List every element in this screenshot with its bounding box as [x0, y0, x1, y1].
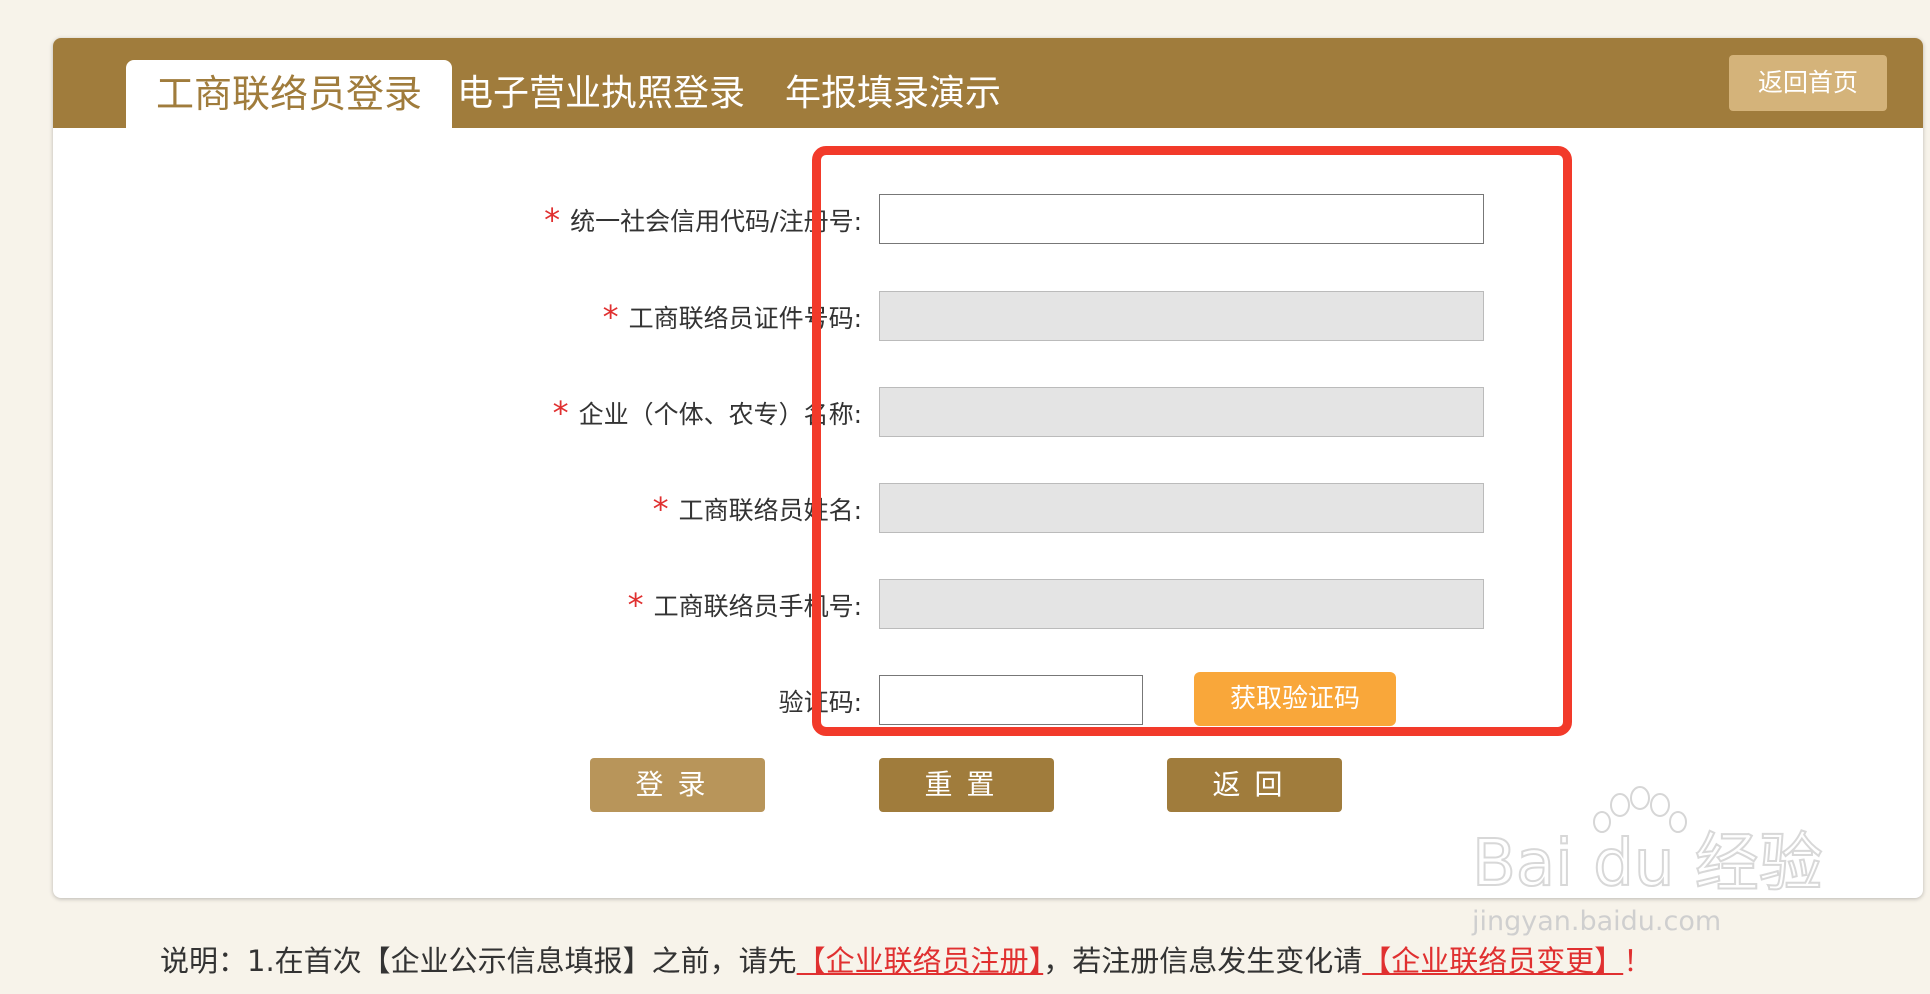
tab-contact-login[interactable]: 工商联络员登录 — [126, 60, 453, 128]
login-panel: 工商联络员登录 电子营业执照登录 年报填录演示 返回首页 * 统一社会信用代码/… — [53, 38, 1923, 898]
contact-phone-label: * 工商联络员手机号: — [627, 586, 862, 624]
form-row-contact-id: * 工商联络员证件号码: — [53, 291, 1923, 341]
tab-annual-report-demo[interactable]: 年报填录演示 — [785, 60, 1001, 128]
form-row-contact-phone: * 工商联络员手机号: — [53, 579, 1923, 629]
back-button[interactable]: 返回 — [1167, 758, 1342, 812]
captcha-input[interactable] — [879, 675, 1143, 725]
contact-id-input[interactable] — [879, 291, 1484, 341]
contact-name-label: * 工商联络员姓名: — [652, 490, 862, 528]
captcha-label: 验证码: — [778, 688, 862, 717]
form-row-captcha: 验证码: 获取验证码 — [53, 672, 1923, 726]
reset-button[interactable]: 重置 — [879, 758, 1054, 812]
credit-code-input[interactable] — [879, 194, 1484, 244]
required-mark: * — [652, 490, 669, 528]
required-mark: * — [544, 201, 561, 239]
required-mark: * — [552, 394, 569, 432]
credit-code-label: * 统一社会信用代码/注册号: — [544, 201, 862, 239]
login-button[interactable]: 登录 — [590, 758, 765, 812]
company-name-label: * 企业（个体、农专）名称: — [552, 394, 862, 432]
company-name-input[interactable] — [879, 387, 1484, 437]
notice-text: 说明：1.在首次【企业公示信息填报】之前，请先【企业联络员注册】，若注册信息发生… — [160, 944, 1653, 978]
tab-e-license-login[interactable]: 电子营业执照登录 — [457, 60, 745, 128]
form-row-company-name: * 企业（个体、农专）名称: — [53, 387, 1923, 437]
form-row-credit-code: * 统一社会信用代码/注册号: — [53, 194, 1923, 244]
contact-phone-input[interactable] — [879, 579, 1484, 629]
header-bar: 工商联络员登录 电子营业执照登录 年报填录演示 返回首页 — [53, 38, 1923, 128]
form-row-contact-name: * 工商联络员姓名: — [53, 483, 1923, 533]
required-mark: * — [627, 586, 644, 624]
watermark-url: jingyan.baidu.com — [1471, 906, 1721, 937]
contact-name-input[interactable] — [879, 483, 1484, 533]
change-link[interactable]: 【企业联络员变更】 — [1362, 944, 1623, 978]
contact-id-label: * 工商联络员证件号码: — [602, 298, 862, 336]
register-link[interactable]: 【企业联络员注册】 — [797, 944, 1044, 978]
home-button[interactable]: 返回首页 — [1729, 55, 1887, 111]
required-mark: * — [602, 298, 619, 336]
get-captcha-button[interactable]: 获取验证码 — [1194, 672, 1396, 726]
